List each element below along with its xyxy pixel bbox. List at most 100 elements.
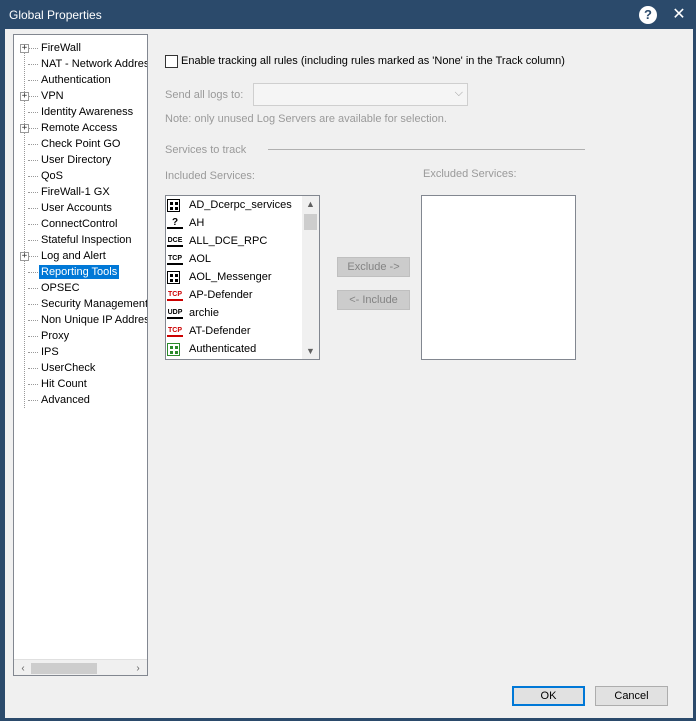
tree-item[interactable]: Stateful Inspection bbox=[14, 232, 147, 248]
tree-item[interactable]: + Remote Access bbox=[14, 120, 147, 136]
tree-connector bbox=[28, 272, 38, 273]
scroll-right-icon[interactable]: › bbox=[131, 662, 145, 675]
tree-item[interactable]: + VPN bbox=[14, 88, 147, 104]
expand-icon[interactable]: + bbox=[20, 92, 29, 101]
send-logs-label: Send all logs to: bbox=[165, 89, 244, 101]
category-tree[interactable]: ‹ › + FireWall NAT - Network Addres Authent… bbox=[13, 34, 148, 676]
tree-connector bbox=[28, 96, 38, 97]
list-item[interactable]: TCP AP-Defender bbox=[166, 287, 302, 305]
expand-icon[interactable]: + bbox=[20, 44, 29, 53]
tree-item[interactable]: Proxy bbox=[14, 328, 147, 344]
include-button[interactable]: <- Include bbox=[337, 290, 410, 310]
tree-connector bbox=[28, 48, 38, 49]
list-item[interactable]: AOL_Messenger bbox=[166, 269, 302, 287]
tree-connector bbox=[28, 320, 38, 321]
tree-item-label: FireWall bbox=[41, 42, 81, 54]
tree-item[interactable]: UserCheck bbox=[14, 360, 147, 376]
list-item[interactable]: ? AH bbox=[166, 215, 302, 233]
included-services-label: Included Services: bbox=[165, 170, 255, 182]
list-item[interactable]: DCE ALL_DCE_RPC bbox=[166, 233, 302, 251]
enable-tracking-label[interactable]: Enable tracking all rules (including rul… bbox=[181, 55, 565, 67]
expand-icon[interactable]: + bbox=[20, 124, 29, 133]
excluded-services-list[interactable] bbox=[421, 195, 576, 360]
list-item[interactable]: AD_Dcerpc_services bbox=[166, 197, 302, 215]
scroll-left-icon[interactable]: ‹ bbox=[16, 662, 30, 675]
tree-item-label: Log and Alert bbox=[41, 250, 106, 262]
group-icon bbox=[167, 199, 180, 212]
tree-item[interactable]: Hit Count bbox=[14, 376, 147, 392]
tree-item-label: User Accounts bbox=[41, 202, 112, 214]
tcp-service-red-icon: TCP bbox=[167, 325, 183, 337]
tree-connector bbox=[28, 144, 38, 145]
enable-tracking-checkbox[interactable] bbox=[165, 55, 178, 68]
tree-item[interactable]: + FireWall bbox=[14, 40, 147, 56]
tree-connector bbox=[28, 160, 38, 161]
list-item[interactable]: TCP AOL bbox=[166, 251, 302, 269]
tree-item-label: Non Unique IP Address bbox=[41, 314, 148, 326]
tree-connector bbox=[28, 80, 38, 81]
tree-item[interactable]: QoS bbox=[14, 168, 147, 184]
tree-item-label: NAT - Network Addres bbox=[41, 58, 148, 70]
tree-item[interactable]: ConnectControl bbox=[14, 216, 147, 232]
tree-item[interactable]: Non Unique IP Address bbox=[14, 312, 148, 328]
exclude-button[interactable]: Exclude -> bbox=[337, 257, 410, 277]
included-list-scrollbar[interactable]: ▲ ▼ bbox=[302, 196, 319, 359]
tree-item-label: Advanced bbox=[41, 394, 90, 406]
tree-item[interactable]: FireWall-1 GX bbox=[14, 184, 147, 200]
section-divider bbox=[268, 149, 585, 150]
tree-item-label: IPS bbox=[41, 346, 59, 358]
tree-item[interactable]: Check Point GO bbox=[14, 136, 147, 152]
tree-connector bbox=[28, 112, 38, 113]
excluded-services-label: Excluded Services: bbox=[423, 168, 517, 180]
tree-item[interactable]: Authentication bbox=[14, 72, 147, 88]
tree-connector bbox=[28, 288, 38, 289]
scroll-thumb[interactable] bbox=[304, 214, 317, 230]
tree-item[interactable]: Advanced bbox=[14, 392, 147, 408]
dialog-client-area: ‹ › + FireWall NAT - Network Addres Authent… bbox=[5, 29, 693, 718]
tree-item-label: Hit Count bbox=[41, 378, 87, 390]
tree-horizontal-scrollbar[interactable]: ‹ › bbox=[14, 659, 147, 675]
tree-item[interactable]: User Accounts bbox=[14, 200, 147, 216]
group-green-icon bbox=[167, 343, 180, 356]
tree-item[interactable]: + Log and Alert bbox=[14, 248, 147, 264]
tree-item[interactable]: NAT - Network Addres bbox=[14, 56, 148, 72]
tree-connector bbox=[28, 240, 38, 241]
included-services-list[interactable]: ▲ ▼ AD_Dcerpc_services ? AH DCE ALL_DCE_RPC T… bbox=[165, 195, 320, 360]
tree-item-label: Authentication bbox=[41, 74, 111, 86]
service-name: AOL bbox=[189, 253, 212, 265]
tree-connector bbox=[28, 304, 38, 305]
close-icon[interactable]: ✕ bbox=[669, 5, 689, 25]
scroll-thumb[interactable] bbox=[31, 663, 97, 674]
service-name: AT-Defender bbox=[189, 325, 251, 337]
tree-item-label: Security Management ... bbox=[41, 298, 148, 310]
list-item[interactable]: TCP AT-Defender bbox=[166, 323, 302, 341]
help-icon[interactable]: ? bbox=[639, 6, 657, 24]
tree-connector bbox=[28, 256, 38, 257]
services-to-track-heading: Services to track bbox=[165, 144, 247, 156]
cancel-button[interactable]: Cancel bbox=[595, 686, 668, 706]
tree-connector bbox=[28, 208, 38, 209]
tree-item[interactable]: OPSEC bbox=[14, 280, 147, 296]
tree-item[interactable]: Identity Awareness bbox=[14, 104, 147, 120]
expand-icon[interactable]: + bbox=[20, 252, 29, 261]
scroll-up-icon[interactable]: ▲ bbox=[302, 196, 319, 212]
tree-item[interactable]: Reporting Tools bbox=[14, 264, 147, 280]
list-item[interactable]: UDP archie bbox=[166, 305, 302, 323]
send-logs-dropdown[interactable]: ⌵ bbox=[253, 83, 468, 106]
tree-item[interactable]: Security Management ... bbox=[14, 296, 148, 312]
ok-button[interactable]: OK bbox=[512, 686, 585, 706]
list-item[interactable]: Authenticated bbox=[166, 341, 302, 359]
service-name: AOL_Messenger bbox=[189, 271, 272, 283]
tree-item-label: QoS bbox=[41, 170, 64, 182]
tree-connector bbox=[28, 192, 38, 193]
tree-item[interactable]: User Directory bbox=[14, 152, 147, 168]
tcp-service-red-icon: TCP bbox=[167, 289, 183, 301]
scroll-down-icon[interactable]: ▼ bbox=[302, 343, 319, 359]
dce-service-icon: DCE bbox=[167, 235, 183, 247]
tree-item-label: Reporting Tools bbox=[39, 265, 120, 279]
service-name: ALL_DCE_RPC bbox=[189, 235, 268, 247]
service-name: AD_Dcerpc_services bbox=[189, 199, 292, 211]
title-bar[interactable]: Global Properties ? ✕ bbox=[1, 1, 696, 29]
tree-item[interactable]: IPS bbox=[14, 344, 147, 360]
group-icon bbox=[167, 271, 180, 284]
